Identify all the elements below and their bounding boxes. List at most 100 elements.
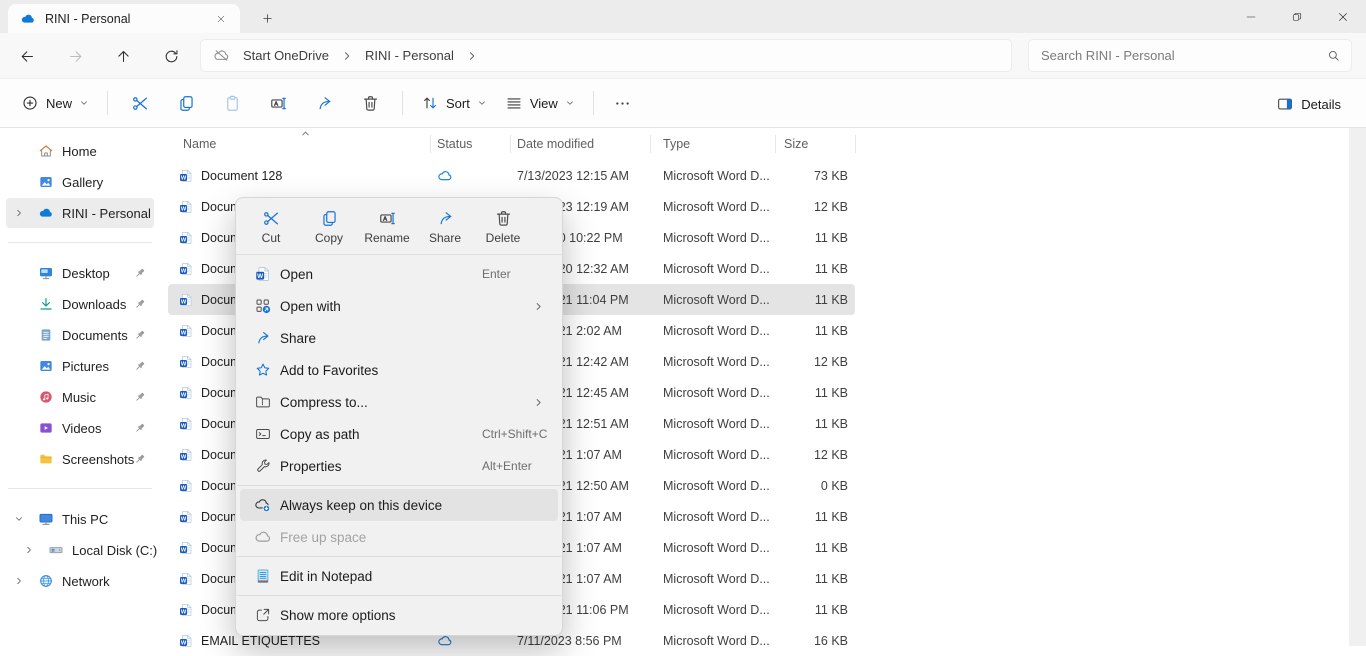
pin-icon bbox=[133, 452, 147, 466]
column-divider[interactable] bbox=[430, 135, 431, 153]
explorer-tab[interactable]: RINI - Personal bbox=[8, 4, 240, 33]
sort-button[interactable]: Sort bbox=[412, 86, 496, 120]
column-divider[interactable] bbox=[650, 135, 651, 153]
new-tab-button[interactable] bbox=[256, 8, 278, 28]
menu-item-always-keep-on-this-device[interactable]: Always keep on this device bbox=[240, 489, 558, 521]
sidebar-item-pictures[interactable]: Pictures bbox=[6, 351, 154, 381]
copy-icon bbox=[320, 209, 339, 228]
breadcrumb-root[interactable]: Start OneDrive bbox=[239, 46, 333, 65]
window-controls bbox=[1228, 0, 1366, 33]
search-box[interactable] bbox=[1028, 39, 1352, 72]
cut-button[interactable] bbox=[117, 86, 163, 120]
sidebar-item-desktop[interactable]: Desktop bbox=[6, 258, 154, 288]
minimize-button[interactable] bbox=[1228, 0, 1274, 33]
details-button[interactable]: Details bbox=[1267, 87, 1350, 121]
chevron-down-icon bbox=[477, 98, 487, 108]
maximize-button[interactable] bbox=[1274, 0, 1320, 33]
menu-item-share[interactable]: Share bbox=[240, 322, 558, 354]
up-button[interactable] bbox=[110, 43, 136, 69]
word-file-icon: W bbox=[178, 633, 194, 649]
sidebar-item-label: Gallery bbox=[62, 175, 103, 190]
forward-button[interactable] bbox=[62, 43, 88, 69]
column-header-status[interactable]: Status bbox=[437, 128, 472, 160]
chevron-right-icon[interactable] bbox=[341, 50, 353, 62]
search-input[interactable] bbox=[1039, 47, 1326, 64]
submenu-arrow-icon bbox=[533, 301, 544, 312]
folder-icon bbox=[38, 451, 54, 467]
menu-item-open-with[interactable]: Open with bbox=[240, 290, 558, 322]
context-quick-share[interactable]: Share bbox=[417, 207, 473, 245]
menu-item-show-more-options[interactable]: Show more options bbox=[240, 599, 558, 631]
sidebar-item-music[interactable]: Music bbox=[6, 382, 154, 412]
close-button[interactable] bbox=[1320, 0, 1366, 33]
menu-item-free-up-space: Free up space bbox=[240, 521, 558, 553]
sidebar-item-gallery[interactable]: Gallery bbox=[6, 167, 154, 197]
paste-button[interactable] bbox=[209, 86, 255, 120]
menu-item-compress-to-[interactable]: Compress to... bbox=[240, 386, 558, 418]
showmore-icon bbox=[254, 606, 272, 624]
share-button[interactable] bbox=[301, 86, 347, 120]
sidebar-item-label: Documents bbox=[62, 328, 128, 343]
column-header-size[interactable]: Size bbox=[784, 128, 808, 160]
restore-icon bbox=[1291, 11, 1303, 23]
address-bar[interactable]: Start OneDrive RINI - Personal bbox=[200, 39, 1012, 72]
sidebar-item-documents[interactable]: Documents bbox=[6, 320, 154, 350]
sidebar-item-rini-personal[interactable]: RINI - Personal bbox=[6, 198, 154, 228]
sidebar-item-this-pc[interactable]: This PC bbox=[6, 504, 154, 534]
see-more-button[interactable] bbox=[603, 86, 643, 120]
videos-icon bbox=[38, 420, 54, 436]
context-quick-delete[interactable]: Delete bbox=[475, 207, 531, 245]
menu-item-label: Copy as path bbox=[280, 427, 360, 442]
column-header-type[interactable]: Type bbox=[663, 128, 690, 160]
view-button[interactable]: View bbox=[496, 86, 584, 120]
menu-item-add-to-favorites[interactable]: Add to Favorites bbox=[240, 354, 558, 386]
sidebar-item-label: Pictures bbox=[62, 359, 109, 374]
context-quick-copy[interactable]: Copy bbox=[301, 207, 357, 245]
back-button[interactable] bbox=[14, 43, 40, 69]
chevron-right-icon[interactable] bbox=[14, 208, 24, 218]
sidebar-item-network[interactable]: Network bbox=[6, 566, 154, 596]
openwith-icon bbox=[254, 297, 272, 315]
vertical-scrollbar[interactable] bbox=[1349, 128, 1366, 646]
context-quick-cut[interactable]: Cut bbox=[243, 207, 299, 245]
svg-text:W: W bbox=[181, 485, 187, 491]
chevron-right-icon[interactable] bbox=[466, 50, 478, 62]
menu-item-open[interactable]: WOpenEnter bbox=[240, 258, 558, 290]
sidebar-item-screenshots[interactable]: Screenshots bbox=[6, 444, 154, 474]
tab-close-button[interactable] bbox=[210, 8, 232, 30]
menu-item-label: Open bbox=[280, 267, 313, 282]
column-divider[interactable] bbox=[775, 135, 776, 153]
sidebar-item-downloads[interactable]: Downloads bbox=[6, 289, 154, 319]
sidebar-item-local-disk-c-[interactable]: Local Disk (C:) bbox=[6, 535, 154, 565]
new-plus-icon bbox=[21, 94, 39, 112]
rename-button[interactable] bbox=[255, 86, 301, 120]
new-button[interactable]: New bbox=[12, 86, 98, 120]
delete-button[interactable] bbox=[347, 86, 393, 120]
menu-item-edit-in-notepad[interactable]: Edit in Notepad bbox=[240, 560, 558, 592]
sidebar-item-home[interactable]: Home bbox=[6, 136, 154, 166]
chevron-down-icon[interactable] bbox=[14, 514, 24, 524]
sidebar-item-videos[interactable]: Videos bbox=[6, 413, 154, 443]
chevron-down-icon bbox=[79, 98, 89, 108]
refresh-button[interactable] bbox=[158, 43, 184, 69]
word-file-icon: W bbox=[178, 323, 194, 339]
chevron-right-icon[interactable] bbox=[14, 576, 24, 586]
svg-text:W: W bbox=[181, 547, 187, 553]
breadcrumb-current[interactable]: RINI - Personal bbox=[361, 46, 458, 65]
up-arrow-icon bbox=[115, 48, 132, 65]
menu-item-properties[interactable]: PropertiesAlt+Enter bbox=[240, 450, 558, 482]
column-header-name[interactable]: Name bbox=[183, 128, 216, 160]
file-date-modified: 7/13/2023 12:15 AM bbox=[517, 160, 649, 191]
file-row[interactable]: WDocument 1287/13/2023 12:15 AMMicrosoft… bbox=[160, 160, 855, 191]
column-divider[interactable] bbox=[510, 135, 511, 153]
copy-button[interactable] bbox=[163, 86, 209, 120]
star-icon bbox=[254, 361, 272, 379]
column-divider[interactable] bbox=[855, 135, 856, 153]
svg-text:W: W bbox=[181, 361, 187, 367]
column-header-date[interactable]: Date modified bbox=[517, 128, 594, 160]
context-quick-rename[interactable]: Rename bbox=[359, 207, 415, 245]
delete-icon bbox=[494, 209, 513, 228]
menu-item-copy-as-path[interactable]: Copy as pathCtrl+Shift+C bbox=[240, 418, 558, 450]
file-size: 11 KB bbox=[775, 563, 848, 594]
chevron-right-icon[interactable] bbox=[24, 545, 34, 555]
